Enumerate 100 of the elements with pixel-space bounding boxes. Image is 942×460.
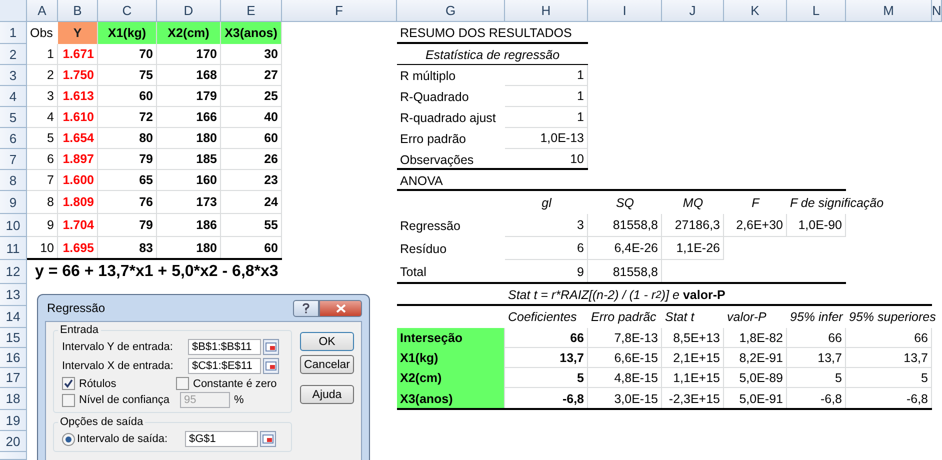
range-select-icon[interactable]: [260, 431, 276, 447]
row-header[interactable]: 6: [0, 128, 27, 149]
row-header[interactable]: 17: [0, 368, 27, 388]
table-cell: 1.600: [58, 170, 98, 191]
row-header[interactable]: 19: [0, 410, 27, 431]
column-header[interactable]: G: [397, 0, 505, 22]
row-header[interactable]: 12: [0, 260, 27, 284]
column-header[interactable]: A: [27, 0, 58, 22]
table-cell: 6,4E-26: [588, 237, 662, 260]
table-cell: 166: [157, 107, 221, 128]
help-button[interactable]: [293, 300, 319, 316]
row-header[interactable]: 3: [0, 65, 27, 86]
column-header[interactable]: I: [588, 0, 662, 22]
dialog-button[interactable]: Ajuda: [300, 385, 354, 404]
table-cell-text: Coeficientes: [507, 309, 578, 326]
help-icon: [302, 302, 310, 314]
table-cell: 66: [505, 328, 588, 348]
row-header[interactable]: 2: [0, 44, 27, 65]
range-select-icon[interactable]: [263, 358, 279, 374]
row-header[interactable]: 11: [0, 237, 27, 260]
range-field[interactable]: $B$1:$B$11: [188, 339, 261, 355]
radio-label: Intervalo de saída:: [77, 433, 169, 445]
row-header[interactable]: 7: [0, 149, 27, 170]
field-label: Intervalo X de entrada:: [62, 360, 174, 372]
table-cell: 80: [98, 128, 157, 149]
group-title: Entrada: [58, 324, 101, 336]
table-cell: 8: [27, 191, 58, 214]
table-cell: 2: [27, 65, 58, 86]
table-cell-text: Observações: [399, 152, 475, 169]
table-cell: 185: [157, 149, 221, 170]
row-header[interactable]: 1: [0, 22, 27, 44]
column-header[interactable]: L: [787, 0, 846, 22]
table-cell: X3(anos): [397, 388, 505, 410]
table-cell: 5: [505, 368, 588, 388]
table-cell-text: F: [750, 194, 761, 212]
table-cell-text: Total: [399, 264, 428, 281]
table-cell: 79: [98, 149, 157, 170]
table-cell: 24: [221, 191, 282, 214]
column-header[interactable]: K: [724, 0, 787, 22]
table-cell: 66: [787, 328, 846, 348]
range-field[interactable]: $G$1: [185, 431, 258, 447]
table-cell: 1.613: [58, 86, 98, 107]
column-header[interactable]: F: [282, 0, 397, 22]
table-cell: 1: [27, 44, 58, 65]
checkbox[interactable]: [176, 377, 189, 390]
column-header-cell: X2(cm): [157, 22, 221, 44]
row-header[interactable]: 14: [0, 306, 27, 328]
row-header[interactable]: 8: [0, 170, 27, 191]
table-cell-text: MQ: [682, 194, 704, 212]
table-cell-text: R-Quadrado: [399, 88, 470, 106]
row-header[interactable]: 18: [0, 388, 27, 410]
column-header[interactable]: D: [157, 0, 221, 22]
row-header[interactable]: 15: [0, 328, 27, 348]
table-cell: 160: [157, 170, 221, 191]
table-cell-text: ANOVA: [399, 172, 444, 190]
table-cell-text: SQ: [614, 194, 636, 212]
table-cell: 4: [27, 107, 58, 128]
table-cell: 5: [846, 368, 932, 388]
checkbox-label: Nível de confiança: [79, 394, 170, 406]
table-cell: 7,8E-13: [588, 328, 662, 348]
table-cell: 25: [221, 86, 282, 107]
table-cell-text: Erro padrãc: [590, 309, 658, 326]
dialog-button[interactable]: OK: [300, 332, 354, 351]
dialog-title: Regressão: [46, 301, 106, 315]
radio-button[interactable]: [62, 432, 75, 446]
column-header-cell: Y: [58, 22, 98, 44]
column-header[interactable]: J: [662, 0, 724, 22]
range-select-icon[interactable]: [263, 339, 279, 355]
table-cell-text: R-quadrado ajust: [399, 110, 497, 127]
checkbox[interactable]: [62, 377, 75, 390]
close-button[interactable]: [319, 300, 362, 316]
column-header[interactable]: M: [846, 0, 932, 22]
row-header[interactable]: 10: [0, 214, 27, 237]
checkbox[interactable]: [62, 394, 75, 406]
table-cell: 2,6E+30: [724, 214, 787, 237]
table-cell: 1: [505, 107, 588, 128]
table-cell: 1,1E+15: [662, 368, 724, 388]
table-cell-text: 95% superiores: [848, 309, 937, 326]
range-field[interactable]: $C$1:$E$11: [188, 358, 261, 374]
column-header[interactable]: B: [58, 0, 98, 22]
table-cell: 170: [157, 44, 221, 65]
column-header[interactable]: C: [98, 0, 157, 22]
column-header[interactable]: N: [932, 0, 942, 22]
table-cell: 1: [505, 65, 588, 86]
column-header-cell: X1(kg): [98, 22, 157, 44]
row-header[interactable]: 16: [0, 348, 27, 368]
table-cell: 1.750: [58, 65, 98, 86]
table-cell-text: Regressão: [399, 218, 462, 235]
column-header-cell: X3(anos): [221, 22, 282, 44]
row-header[interactable]: 4: [0, 86, 27, 107]
column-header[interactable]: H: [505, 0, 588, 22]
row-header[interactable]: 20: [0, 431, 27, 452]
table-cell: 13,7: [846, 348, 932, 368]
checkbox-label: Rótulos: [79, 378, 116, 390]
column-header[interactable]: E: [221, 0, 282, 22]
row-header[interactable]: 5: [0, 107, 27, 128]
row-header[interactable]: 9: [0, 191, 27, 214]
table-cell: 1.610: [58, 107, 98, 128]
dialog-button[interactable]: Cancelar: [300, 355, 354, 374]
row-header[interactable]: 13: [0, 284, 27, 306]
